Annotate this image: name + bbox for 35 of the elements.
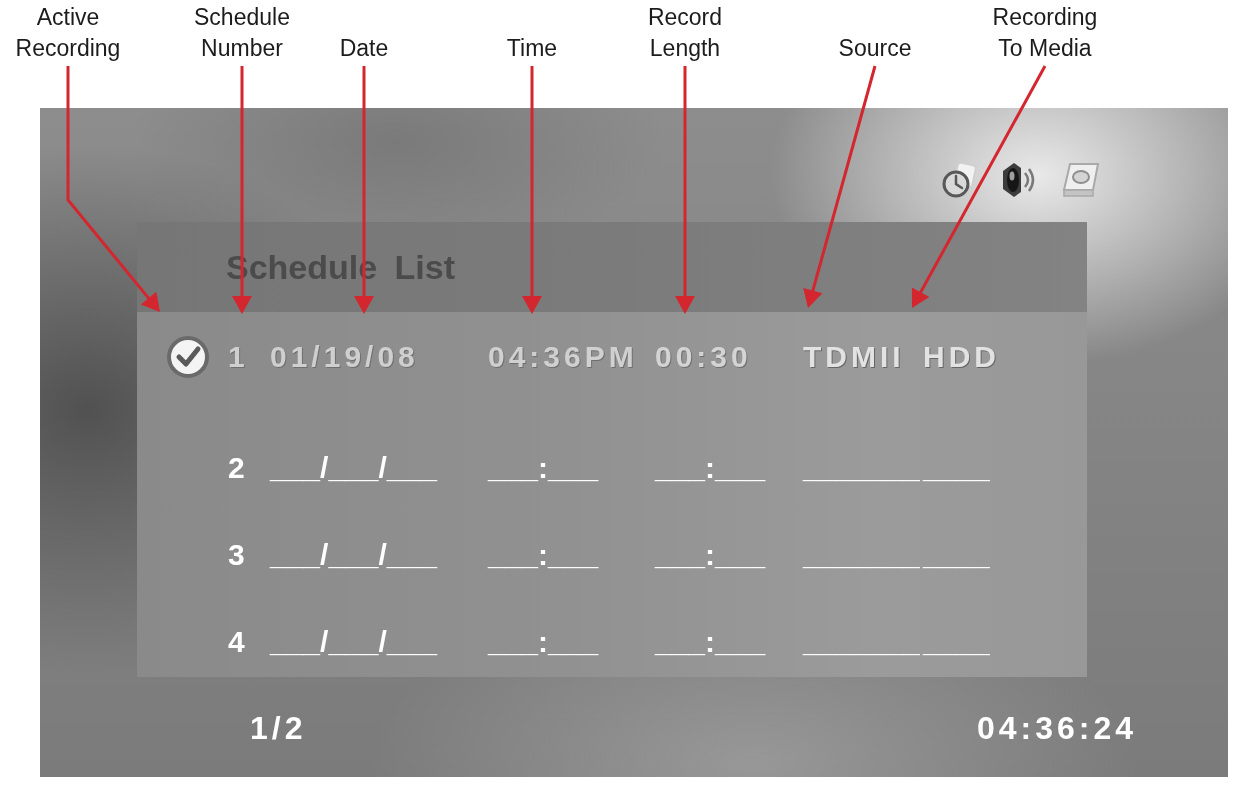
schedule-number: 4 [228,624,245,660]
schedule-number: 3 [228,537,245,573]
length-field: 00:30 [655,335,752,379]
clock-icon [942,162,978,198]
callout-label: Time [506,35,558,61]
media-field: HDD [923,335,1000,379]
callout-label: Source [838,35,912,61]
schedule-number: 1 [228,339,249,375]
callout-label: Recording To Media [992,4,1098,61]
source-field: _______ [803,446,920,490]
page-indicator: 1/2 [250,709,307,748]
source-field: _______ [803,533,920,577]
date-field: ___/___/___ [270,446,437,490]
time-field: ___:___ [488,533,599,577]
time-field: ___:___ [488,620,599,664]
callout-label: Active Recording [15,4,121,61]
length-field: ___:___ [655,620,766,664]
media-field: ____ [923,446,990,490]
length-field: ___:___ [655,446,766,490]
media-field: ____ [923,533,990,577]
time-field: 04:36PM [488,335,638,379]
schedule-number: 2 [228,450,245,486]
clock-time: 04:36:24 [976,709,1137,748]
source-field: TDMII [803,335,905,379]
length-field: ___:___ [655,533,766,577]
date-field: ___/___/___ [270,620,437,664]
callout-label: Record Length [647,4,723,61]
date-field: ___/___/___ [270,533,437,577]
callout-label: Date [339,35,389,61]
source-field: _______ [803,620,920,664]
disk-drive-icon [1062,162,1100,198]
media-field: ____ [923,620,990,664]
time-field: ___:___ [488,446,599,490]
callout-label: Schedule Number [194,4,290,61]
date-field: 01/19/08 [270,335,419,379]
